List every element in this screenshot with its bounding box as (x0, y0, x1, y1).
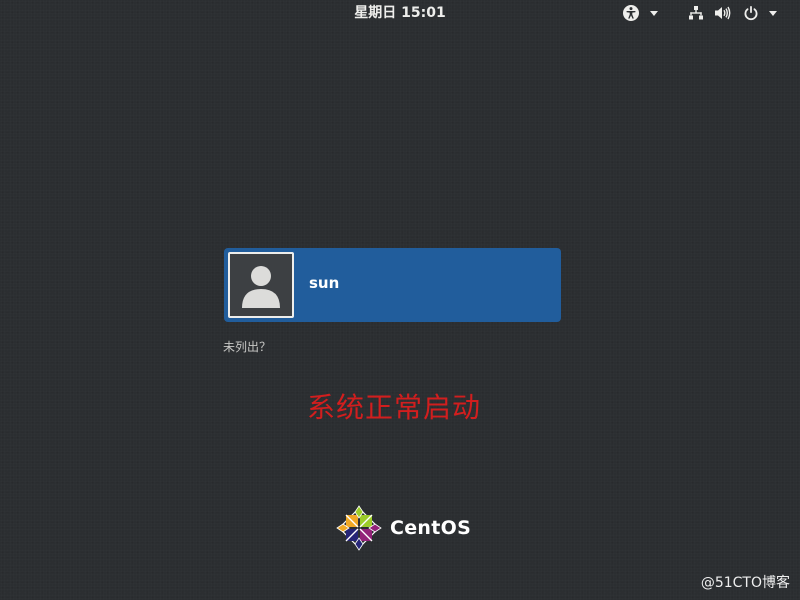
centos-emblem-icon (336, 505, 382, 551)
avatar (228, 252, 294, 318)
annotation-label: 系统正常启动 (306, 391, 481, 424)
power-icon (744, 6, 758, 21)
volume-icon (715, 6, 731, 20)
clock: 星期日 15:01 (0, 0, 800, 26)
os-name: CentOS (390, 517, 472, 539)
centos-logo: CentOS (336, 505, 471, 551)
chevron-down-icon (650, 10, 658, 16)
user-list-item[interactable]: sun (224, 248, 561, 322)
clock-label[interactable]: 星期日 15:01 (354, 5, 445, 21)
accessibility-icon (623, 5, 639, 21)
system-menu[interactable] (688, 0, 777, 26)
network-wired-icon (689, 6, 703, 20)
watermark: @51CTO博客 (700, 575, 790, 591)
chevron-down-icon (769, 10, 777, 16)
user-name-label: sun (309, 274, 340, 292)
annotation-text: 系统正常启动 (0, 386, 800, 426)
user-avatar-icon (230, 254, 292, 316)
top-bar: 星期日 15:01 (0, 0, 800, 26)
accessibility-menu[interactable] (622, 0, 658, 26)
not-listed-link[interactable]: 未列出？ (223, 338, 271, 355)
